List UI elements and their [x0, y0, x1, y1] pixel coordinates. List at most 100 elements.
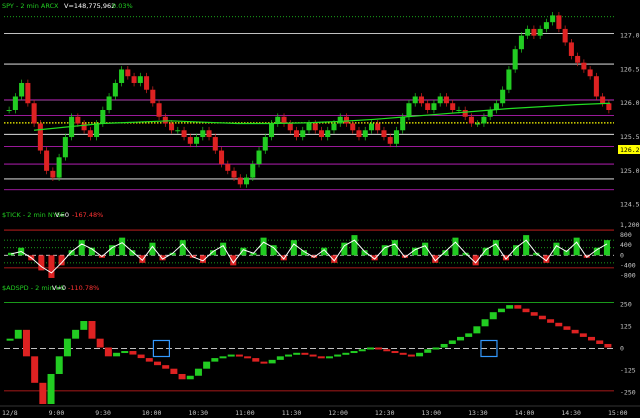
adspd-y-tick: 0 — [620, 345, 624, 353]
adspd-candle — [506, 305, 514, 309]
adspd-panel-change: -110.78% — [68, 284, 99, 292]
candle-body — [300, 130, 306, 138]
current-price-label: 126.20 — [620, 146, 640, 154]
adspd-candle — [80, 321, 88, 330]
x-axis-tick: 10:30 — [188, 409, 208, 417]
adspd-candle — [96, 338, 104, 348]
candle-body — [94, 123, 100, 138]
candle-body — [131, 76, 137, 83]
adspd-candle — [416, 352, 424, 357]
trading-chart: SPY - 2 min ARCX V=148,775,962 0.03% $TI… — [0, 2, 640, 417]
adspd-candle — [579, 333, 587, 337]
price-y-tick: 127.00 — [620, 32, 640, 40]
candle-body — [125, 69, 131, 77]
candle-body — [244, 177, 250, 185]
candle-body — [400, 116, 406, 131]
candle-body — [12, 96, 18, 110]
candle-body — [537, 28, 543, 36]
adspd-candle — [424, 349, 432, 353]
candle-body — [206, 130, 212, 138]
candle-body — [481, 116, 487, 124]
candle-body — [25, 82, 31, 104]
candle-body — [475, 123, 481, 125]
adspd-candle — [309, 354, 317, 357]
candle-body — [593, 76, 599, 97]
adspd-candle — [235, 354, 243, 357]
price-y-tick: 126.50 — [620, 65, 640, 73]
tick-y-tick: 0 — [620, 251, 624, 259]
adspd-candle — [342, 352, 350, 355]
adspd-candle — [219, 356, 227, 359]
adspd-candle — [457, 336, 464, 341]
tick-y-tick: 1,200 — [620, 221, 640, 229]
adspd-candle — [285, 354, 293, 357]
adspd-candle — [383, 349, 391, 352]
candle-body — [144, 76, 150, 90]
candle-body — [425, 103, 431, 110]
x-axis-tick: 14:00 — [515, 409, 535, 417]
adspd-candle — [145, 358, 153, 362]
candle-body — [606, 103, 612, 110]
candle-body — [44, 150, 50, 171]
adspd-candle — [571, 329, 579, 334]
candle-body — [112, 82, 118, 97]
candle-body — [275, 116, 281, 124]
adspd-candle — [88, 321, 96, 339]
adspd-candle — [162, 365, 170, 369]
tick-y-tick: 800 — [620, 231, 632, 239]
candle-body — [350, 123, 356, 131]
candle-body — [31, 103, 37, 124]
candle-body — [268, 123, 275, 138]
adspd-candle — [211, 358, 219, 362]
candle-body — [156, 103, 162, 117]
adspd-candle — [129, 351, 137, 355]
adspd-candle — [276, 356, 284, 360]
candle-body — [87, 130, 93, 138]
x-axis-tick: 13:00 — [422, 409, 442, 417]
candle-body — [281, 116, 287, 124]
candle-body — [187, 137, 193, 144]
candle-body — [406, 103, 412, 117]
candle-body — [456, 110, 462, 111]
adspd-y-tick: -125 — [620, 367, 636, 375]
candle-body — [500, 89, 506, 104]
adspd-candle — [260, 361, 268, 364]
candle-body — [443, 96, 449, 104]
candle-body — [487, 110, 493, 117]
candle-body — [137, 76, 143, 83]
candle-body — [412, 96, 418, 104]
candle-body — [450, 103, 456, 110]
adspd-y-tick: 125 — [620, 322, 632, 330]
x-axis-tick: 14:30 — [561, 409, 581, 417]
candle-body — [468, 116, 474, 124]
candle-body — [362, 130, 368, 138]
adspd-candle — [47, 373, 55, 404]
adspd-candle — [194, 368, 202, 376]
candle-body — [250, 164, 256, 178]
candle-body — [175, 130, 181, 132]
candle-body — [568, 42, 574, 56]
adspd-candle — [186, 375, 194, 380]
adspd-candle — [31, 356, 39, 383]
adspd-candle — [473, 326, 481, 334]
price-y-tick: 126.00 — [620, 99, 640, 107]
x-axis-tick: 13:30 — [468, 409, 488, 417]
candle-body — [331, 123, 337, 131]
candle-body — [287, 123, 293, 131]
x-axis-tick: 15:00 — [608, 409, 628, 417]
adspd-candle — [399, 352, 407, 355]
x-axis-tick: 11:00 — [235, 409, 255, 417]
adspd-candle — [514, 305, 522, 309]
candle-body — [37, 123, 43, 151]
adspd-candle — [366, 347, 374, 350]
candle-body — [169, 123, 175, 131]
candle-body — [75, 116, 81, 124]
candle-body — [518, 35, 524, 50]
adspd-candle — [391, 351, 399, 354]
adspd-candle — [39, 382, 47, 404]
adspd-candle — [137, 354, 145, 359]
x-axis-tick: 12:30 — [375, 409, 395, 417]
candle-body — [256, 150, 262, 165]
candle-body — [150, 89, 156, 104]
candle-body — [381, 130, 387, 138]
